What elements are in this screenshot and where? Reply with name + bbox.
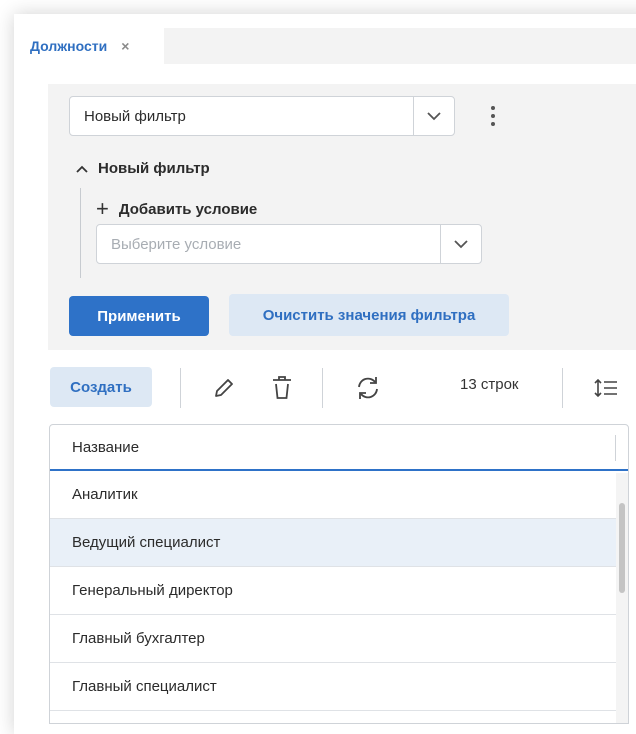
table-row[interactable]: Главный бухгалтер xyxy=(50,615,616,663)
tab-bar: Должности × xyxy=(18,28,636,64)
toolbar-divider xyxy=(180,368,181,408)
more-options-icon[interactable] xyxy=(488,104,498,128)
plus-icon: + xyxy=(96,196,109,221)
table-row[interactable]: Главный специалист xyxy=(50,663,616,711)
table-row[interactable]: Генеральный директор xyxy=(50,567,616,615)
saved-filter-value: Новый фильтр xyxy=(84,107,186,125)
refresh-icon[interactable] xyxy=(354,374,382,402)
saved-filter-select[interactable]: Новый фильтр xyxy=(69,96,455,136)
condition-select[interactable]: Выберите условие xyxy=(96,224,482,264)
add-condition-label: Добавить условие xyxy=(118,200,258,218)
chevron-down-icon[interactable] xyxy=(413,97,454,135)
tab-label: Должности xyxy=(30,38,108,54)
table-row[interactable]: Аналитик xyxy=(50,471,616,519)
table-row[interactable]: Ведущий специалист xyxy=(50,519,616,567)
add-condition-button[interactable]: + Добавить условие xyxy=(96,198,257,220)
chevron-up-icon xyxy=(76,160,88,177)
table-scrollbar[interactable] xyxy=(616,473,628,723)
condition-placeholder: Выберите условие xyxy=(111,235,242,253)
positions-table: Название Аналитик Ведущий специалист Ген… xyxy=(49,424,629,724)
tab-positions[interactable]: Должности × xyxy=(18,28,164,64)
column-resize-handle[interactable] xyxy=(615,435,616,461)
edit-pencil-icon[interactable] xyxy=(210,374,238,402)
scrollbar-thumb[interactable] xyxy=(619,503,625,593)
filter-group-line xyxy=(80,188,81,278)
filter-group-title: Новый фильтр xyxy=(98,160,210,177)
create-button[interactable]: Создать xyxy=(50,367,152,407)
row-height-icon[interactable] xyxy=(592,374,620,402)
toolbar-divider xyxy=(562,368,563,408)
delete-trash-icon[interactable] xyxy=(268,374,296,402)
toolbar: Создать 13 строк xyxy=(50,364,636,410)
row-count: 13 строк xyxy=(460,376,519,393)
table-header[interactable]: Название xyxy=(50,425,628,471)
clear-filter-button[interactable]: Очистить значения фильтра xyxy=(229,294,509,336)
toolbar-divider xyxy=(322,368,323,408)
apply-button[interactable]: Применить xyxy=(69,296,209,336)
column-header-name: Название xyxy=(72,438,140,456)
filter-group-toggle[interactable]: Новый фильтр xyxy=(76,160,210,177)
tab-close-icon[interactable]: × xyxy=(121,38,129,54)
chevron-down-icon[interactable] xyxy=(440,225,481,263)
